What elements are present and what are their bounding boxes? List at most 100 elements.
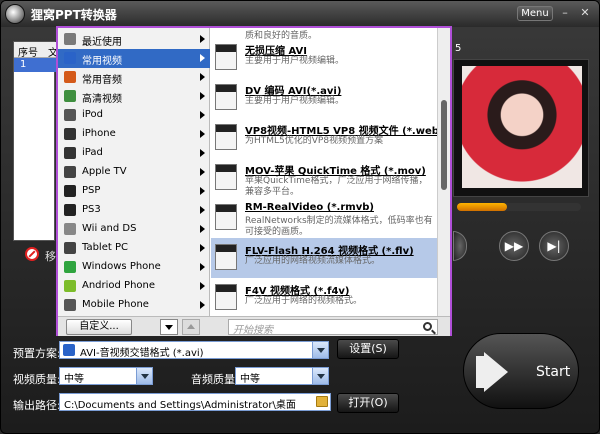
category-item[interactable]: iPhone [58,125,210,144]
column-header-index[interactable]: 序号 [18,44,38,59]
custom-button[interactable]: 自定义... [66,319,132,335]
main-window: 狸窝PPT转换器 Menu – ✕ 序号 文 1 移 5 ▶▶ ▶| 预置方案:… [0,0,600,434]
folder-icon[interactable] [316,396,328,407]
category-label: Wii and DS [82,223,137,234]
format-description: 主要用于用户视频编辑。 [245,56,345,66]
app-logo-icon [5,4,25,24]
preset-select[interactable]: AVI-音视频交错格式 (*.avi) [59,341,329,359]
format-item[interactable]: DV 编码 AVI(*.avi) 主要用于用户视频编辑。 [211,78,437,118]
category-label: 高清视频 [82,94,122,105]
chevron-right-icon [200,244,205,252]
video-quality-value: 中等 [64,374,84,385]
video-quality-select[interactable]: 中等 [59,367,153,385]
chevron-down-icon[interactable] [312,342,328,358]
audio-quality-value: 中等 [240,374,260,385]
search-placeholder: 开始搜索 [233,325,273,336]
format-list: 质和良好的音质。 无损压缩 AVI 主要用于用户视频编辑。 DV 编码 AVI(*.… [211,28,437,316]
category-label: PS3 [82,204,101,215]
chevron-down-icon[interactable] [136,368,152,384]
output-path-field[interactable]: C:\Documents and Settings\Administrator\… [59,393,331,411]
category-item[interactable]: Wii and DS [58,220,210,239]
chevron-right-icon [200,111,205,119]
category-icon [64,166,76,178]
category-item[interactable]: 常用音频 [58,68,210,87]
format-title: F4V 视频格式 (*.f4v) [245,286,350,297]
format-scrollbar[interactable] [437,28,450,316]
category-icon [64,128,76,140]
scroll-down-button[interactable] [160,319,178,335]
remove-label[interactable]: 移 [45,248,56,264]
category-icon [64,261,76,273]
format-item[interactable]: F4V 视频格式 (*.f4v) 广泛应用于网络的视频格式。 [211,278,437,316]
video-file-icon [215,244,237,270]
scrollbar-thumb[interactable] [441,100,447,190]
category-item[interactable]: Apple TV [58,163,210,182]
category-label: Windows Phone [82,261,161,272]
minimize-button[interactable]: – [559,7,571,19]
video-file-icon [215,284,237,310]
format-item[interactable]: RM-RealVideo (*.rmvb) RealNetworks制定的流媒体格… [211,198,437,238]
category-label: Andriod Phone [82,280,156,291]
category-item[interactable]: 最近使用 [58,30,210,49]
category-icon [64,185,76,197]
format-description: RealNetworks制定的流媒体格式，低码率也有可接受的画质。 [245,216,433,237]
output-path-value: C:\Documents and Settings\Administrator\… [64,400,296,411]
remove-icon[interactable] [25,247,39,261]
category-item[interactable]: 高清视频 [58,87,210,106]
popup-footer: 自定义... 开始搜索 [58,316,450,336]
start-button[interactable]: Start [463,333,579,409]
chevron-right-icon [200,54,205,62]
video-format-icon [63,344,75,356]
video-file-icon [215,44,237,70]
search-input[interactable]: 开始搜索 [228,319,438,336]
category-label: iPod [82,109,103,120]
audio-quality-select[interactable]: 中等 [235,367,329,385]
category-icon [64,52,76,64]
open-folder-button[interactable]: 打开(O) [337,393,399,413]
search-icon[interactable] [423,322,432,331]
file-list-row[interactable]: 1 [14,58,56,72]
category-item[interactable]: Andriod Phone [58,277,210,296]
chevron-right-icon [200,206,205,214]
seek-slider[interactable] [457,203,581,211]
format-item[interactable]: FLV-Flash H.264 视频格式 (*.flv) 广泛应用的网络视频流媒体… [211,238,437,278]
fast-forward-button[interactable]: ▶▶ [499,231,529,261]
category-item[interactable]: Tablet PC [58,239,210,258]
preset-dropdown-popup: 最近使用 常用视频常用音频高清视频 iPod iPhone iPad Apple TV PS… [56,26,452,336]
category-icon [64,299,76,311]
chevron-right-icon [200,130,205,138]
start-label: Start [536,364,571,380]
format-description: 主要用于用户视频编辑。 [245,96,345,106]
play-button[interactable] [453,231,467,261]
settings-button[interactable]: 设置(S) [337,339,399,359]
category-icon [64,280,76,292]
seek-progress [457,203,507,211]
category-label: iPhone [82,128,116,139]
category-label: PSP [82,185,101,196]
window-title: 狸窝PPT转换器 [31,8,117,22]
format-item[interactable]: MOV-苹果 QuickTime 格式 (*.mov) 苹果QuickTime格式… [211,158,437,198]
category-item[interactable]: 常用视频 [58,49,210,68]
format-item[interactable]: VP8视频-HTML5 VP8 视频文件 (*.webm) 为HTML5优化的VP… [211,118,437,158]
video-file-icon [215,124,237,150]
chevron-down-icon[interactable] [312,368,328,384]
close-button[interactable]: ✕ [579,7,591,19]
menu-button[interactable]: Menu [517,6,553,21]
category-label: Mobile Phone [82,299,149,310]
category-item[interactable]: Mobile Phone [58,296,210,315]
file-list[interactable]: 序号 文 1 [13,41,58,241]
category-label: 常用音频 [82,75,122,86]
category-item[interactable]: Windows Phone [58,258,210,277]
format-title: 无损压缩 AVI [245,46,308,57]
scroll-up-button[interactable] [182,319,200,335]
preview-pane [453,59,589,197]
format-item[interactable]: 无损压缩 AVI 主要用于用户视频编辑。 [211,38,437,78]
category-item[interactable]: PS3 [58,201,210,220]
category-item[interactable]: PSP [58,182,210,201]
preview-image [462,66,582,188]
category-item[interactable]: iPad [58,144,210,163]
category-item[interactable]: iPod [58,106,210,125]
skip-end-button[interactable]: ▶| [539,231,569,261]
video-quality-label: 视频质量: [13,373,61,386]
format-title: VP8视频-HTML5 VP8 视频文件 (*.webm) [245,126,437,137]
